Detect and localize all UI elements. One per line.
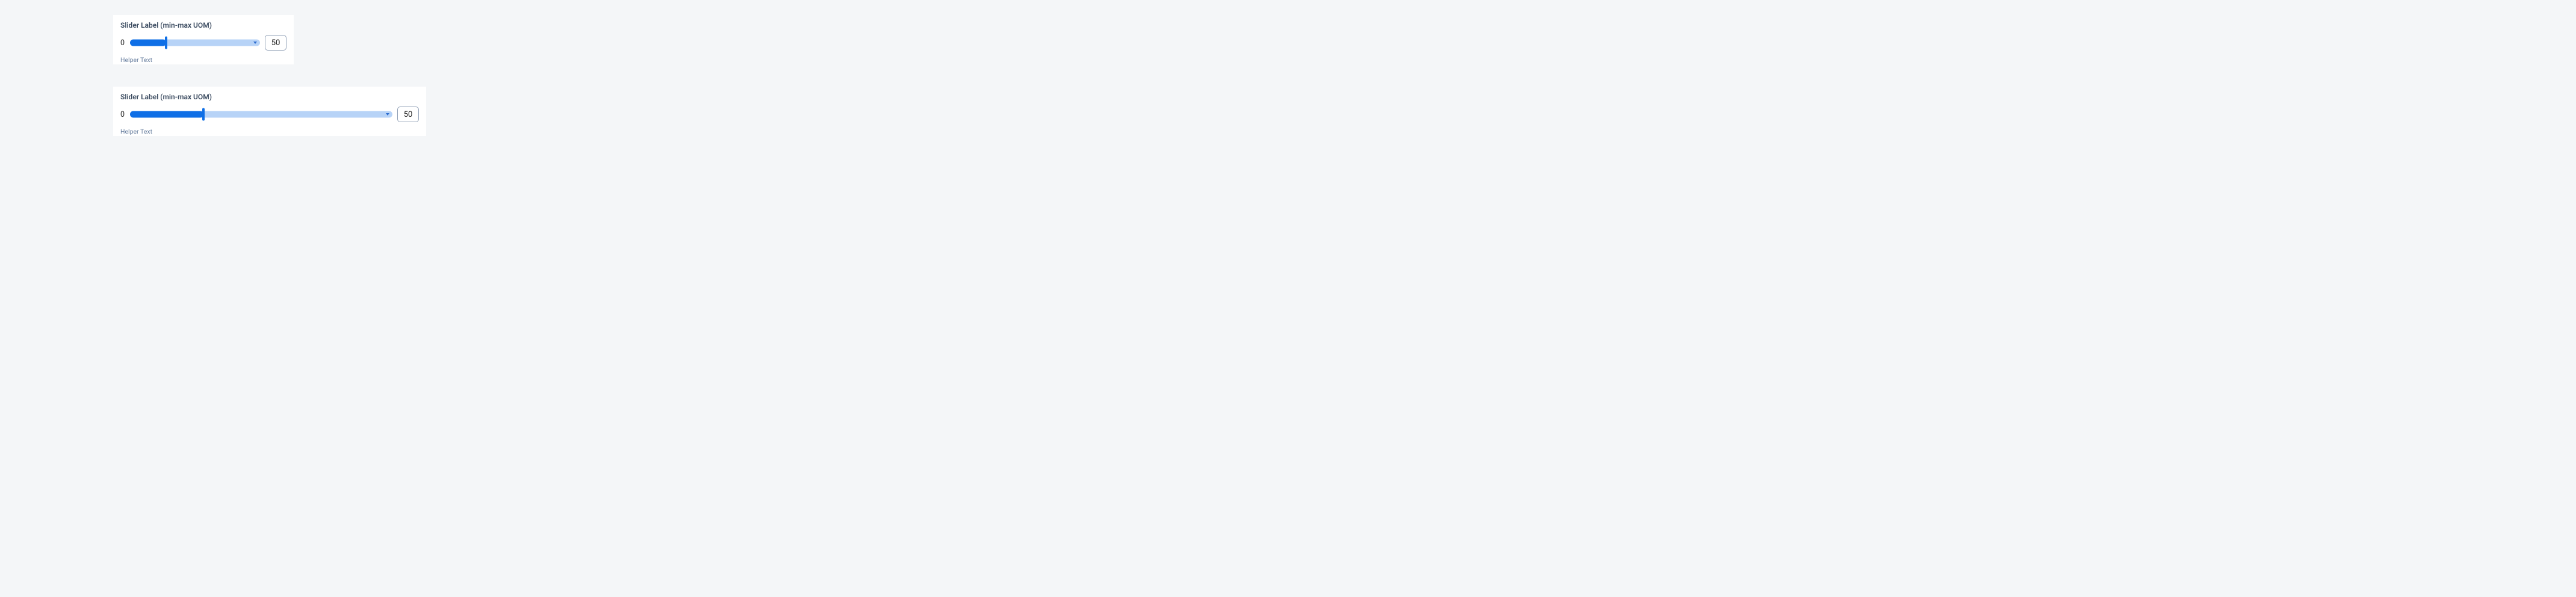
slider-thumb[interactable]: [202, 108, 205, 121]
slider-min-value: 0: [120, 110, 125, 119]
slider-helper-text: Helper Text: [120, 128, 419, 135]
slider-row: 0 50: [120, 107, 419, 122]
caret-down-icon: [386, 113, 389, 116]
slider-track-fill: [130, 111, 203, 118]
slider-panel: Slider Label (min-max UOM) 0 50 Helper T…: [113, 15, 294, 64]
slider-label: Slider Label (min-max UOM): [120, 93, 419, 101]
slider-value-input[interactable]: 50: [265, 35, 286, 51]
slider-track[interactable]: [130, 40, 260, 46]
slider-row: 0 50: [120, 35, 286, 51]
slider-track-fill: [130, 40, 166, 46]
slider-thumb[interactable]: [165, 37, 167, 49]
slider-value-input[interactable]: 50: [397, 107, 419, 122]
slider-track[interactable]: [130, 111, 392, 118]
slider-min-value: 0: [120, 39, 125, 48]
slider-panel: Slider Label (min-max UOM) 0 50 Helper T…: [113, 87, 426, 136]
caret-down-icon: [253, 42, 257, 44]
slider-label: Slider Label (min-max UOM): [120, 21, 286, 29]
slider-helper-text: Helper Text: [120, 56, 286, 64]
